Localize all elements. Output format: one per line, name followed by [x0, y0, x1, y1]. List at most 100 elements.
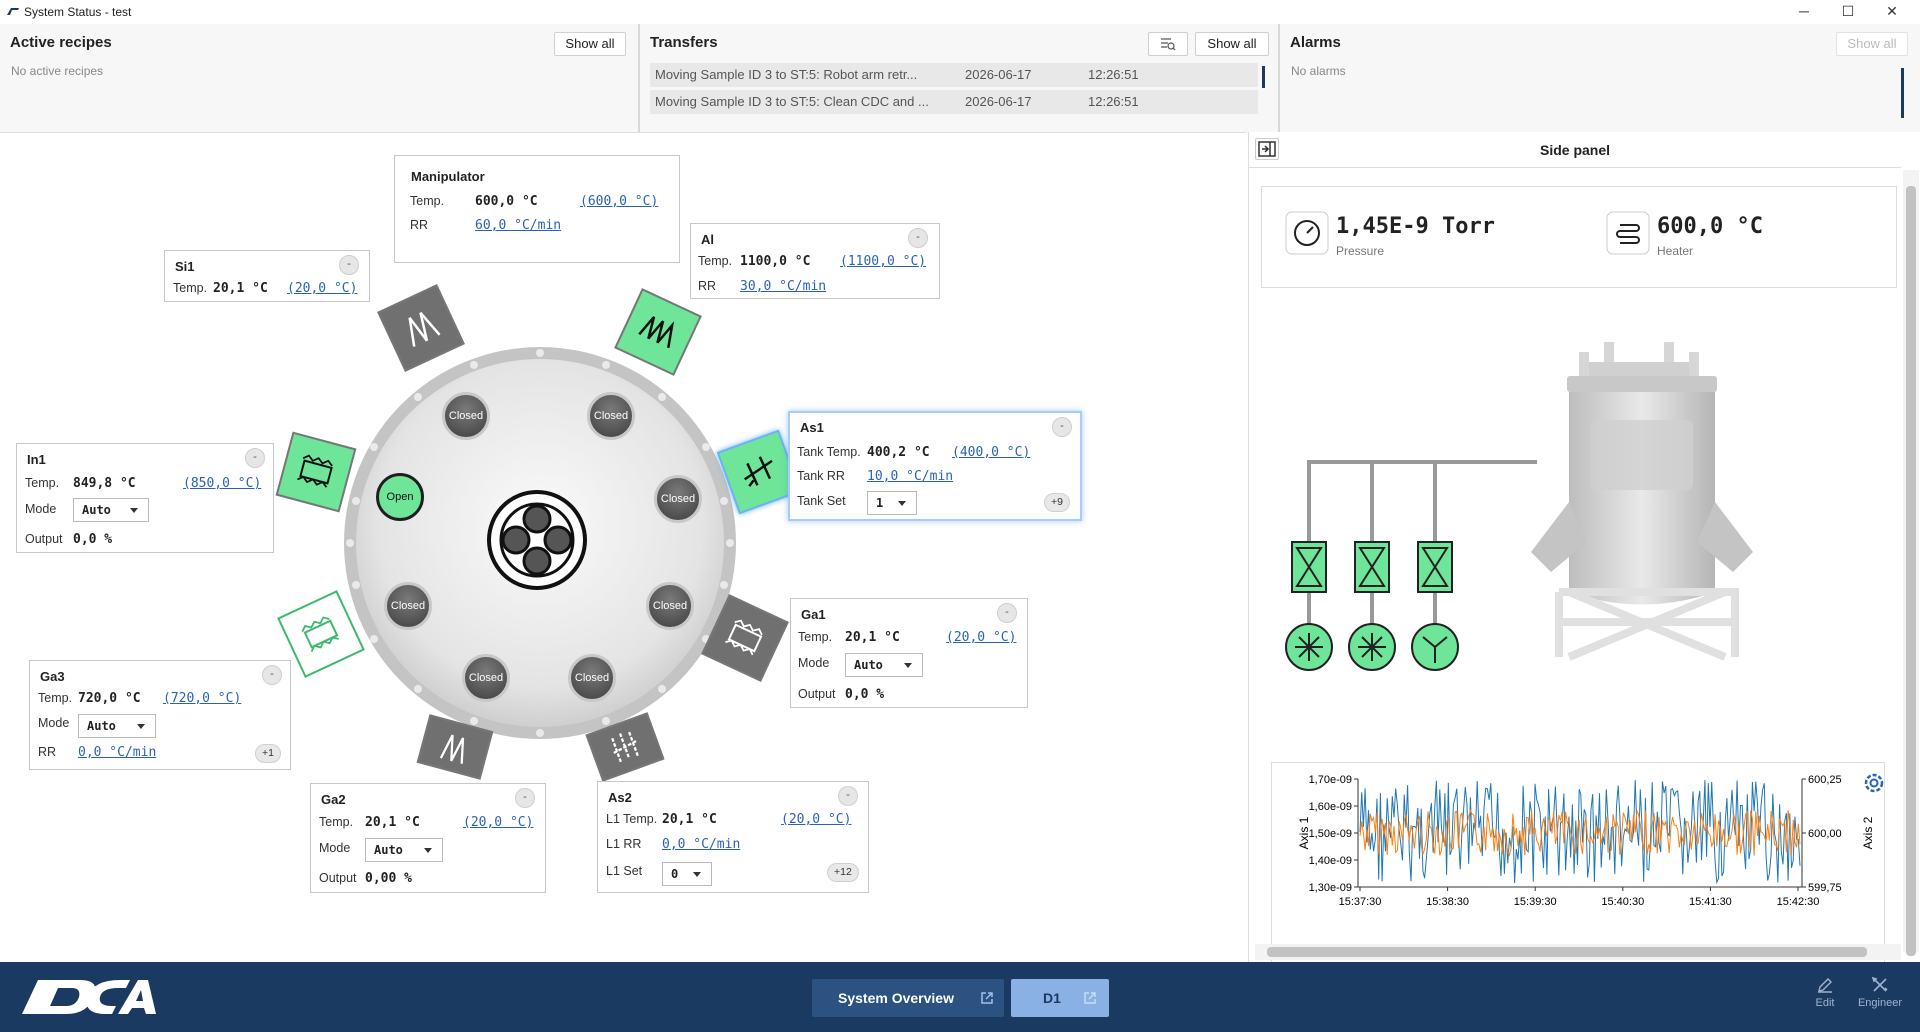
alarms-scrollbar[interactable]	[1901, 68, 1904, 118]
mode-select[interactable]: Auto	[365, 838, 443, 862]
shutter-port[interactable]: Closed	[384, 582, 432, 630]
set-label: L1 Set	[606, 864, 643, 878]
d1-label: D1	[1043, 990, 1061, 1006]
y2-axis-title: Axis 2	[1861, 816, 1875, 849]
transfers-show-all-button[interactable]: Show all	[1195, 32, 1269, 56]
mode-label: Mode	[25, 502, 57, 516]
collapse-button[interactable]: -	[245, 448, 265, 468]
transfer-row[interactable]: Moving Sample ID 3 to ST:5: Robot arm re…	[650, 63, 1258, 87]
shutter-port[interactable]: Closed	[568, 654, 616, 702]
edit-button[interactable]: Edit	[1804, 976, 1846, 1020]
set-label: Tank Set	[797, 494, 846, 508]
maximize-button[interactable]: ☐	[1826, 0, 1870, 24]
mode-label: Mode	[38, 716, 70, 730]
collapse-button[interactable]: -	[262, 665, 282, 685]
recipes-title: Active recipes	[10, 34, 112, 51]
rr-setpoint-link[interactable]: 10,0 °C/min	[867, 469, 953, 484]
temp-value: 600,0 °C	[475, 194, 538, 209]
source-name: As1	[800, 420, 824, 435]
as1-card[interactable]: As1 - Tank Temp. 400,2 °C (400,0 °C) Tan…	[788, 411, 1082, 521]
mode-select[interactable]: Auto	[73, 498, 149, 522]
temp-setpoint-link[interactable]: (20,0 °C)	[287, 281, 357, 296]
heater-coil-icon	[301, 616, 339, 653]
x-tick-label: 15:39:30	[1514, 896, 1557, 908]
x-tick-label: 15:41:30	[1689, 896, 1732, 908]
l1-set-select[interactable]: 0	[662, 862, 712, 886]
temp-setpoint-link[interactable]: (1100,0 °C)	[840, 254, 926, 269]
rr-setpoint-link[interactable]: 0,0 °C/min	[78, 745, 156, 760]
system-overview-label: System Overview	[838, 990, 954, 1006]
trend-chart[interactable]: 1,70e-09 1,60e-09 1,50e-09 1,40e-09 1,30e-09…	[1271, 762, 1885, 962]
temp-setpoint-link[interactable]: (400,0 °C)	[952, 445, 1030, 460]
y-tick-label: 1,60e-09	[1309, 801, 1352, 813]
output-label: Output	[798, 687, 836, 701]
valved-cracker-icon	[611, 731, 639, 763]
manipulator-card[interactable]: Manipulator Temp. 600,0 °C (600,0 °C) RR…	[394, 155, 680, 263]
shutter-port-open[interactable]: Open	[376, 473, 424, 521]
temp-setpoint-link[interactable]: (850,0 °C)	[183, 476, 261, 491]
temp-label: Temp.	[319, 815, 354, 829]
temp-setpoint-link[interactable]: (20,0 °C)	[463, 815, 533, 830]
in1-card[interactable]: In1 - Temp. 849,8 °C (850,0 °C) Mode Aut…	[16, 443, 274, 553]
output-value: 0,00 %	[365, 871, 412, 886]
ga1-card[interactable]: Ga1 - Temp. 20,1 °C (20,0 °C) Mode Auto …	[790, 598, 1028, 708]
more-params-button[interactable]: +12	[827, 863, 859, 882]
temp-setpoint-link[interactable]: (20,0 °C)	[946, 630, 1016, 645]
temp-value: 1100,0 °C	[740, 254, 811, 269]
as2-card[interactable]: As2 - L1 Temp. 20,1 °C (20,0 °C) L1 RR 0…	[597, 781, 869, 893]
mode-select[interactable]: Auto	[78, 714, 156, 738]
ga2-card[interactable]: Ga2 - Temp. 20,1 °C (20,0 °C) Mode Auto …	[310, 783, 546, 893]
heater-coil-icon	[439, 734, 465, 764]
si1-card[interactable]: Si1 - Temp. 20,1 °C (20,0 °C)	[164, 250, 370, 302]
shutter-port[interactable]: Closed	[442, 392, 490, 440]
shutter-port[interactable]: Closed	[587, 392, 635, 440]
collapse-button[interactable]: -	[997, 603, 1017, 623]
source-name: Si1	[175, 259, 195, 274]
y-axis-title: Axis 1	[1297, 816, 1311, 849]
temp-setpoint-link[interactable]: (20,0 °C)	[781, 812, 851, 827]
close-button[interactable]: ✕	[1870, 0, 1914, 24]
collapse-button[interactable]: -	[838, 786, 858, 806]
alarms-show-all-button[interactable]: Show all	[1836, 32, 1908, 56]
temp-setpoint-link[interactable]: (600,0 °C)	[580, 194, 658, 209]
shutter-port[interactable]: Closed	[462, 654, 510, 702]
collapse-button[interactable]: -	[339, 255, 359, 275]
side-panel-title: Side panel	[1539, 142, 1611, 158]
horizontal-scrollbar[interactable]	[1255, 944, 1901, 960]
collapse-button[interactable]: -	[908, 228, 928, 248]
settings-gear-icon[interactable]	[1861, 770, 1887, 796]
temp-label: Temp.	[38, 691, 73, 705]
vertical-scrollbar[interactable]	[1903, 170, 1919, 956]
temp-value: 849,8 °C	[73, 476, 136, 491]
vertical-scrollbar-thumb[interactable]	[1906, 186, 1916, 956]
transfers-scrollbar[interactable]	[1262, 66, 1265, 88]
pressure-label: Pressure	[1336, 244, 1385, 258]
active-recipes-panel: Active recipes Show all No active recipe…	[0, 24, 638, 132]
shutter-port[interactable]: Closed	[654, 475, 702, 523]
temp-setpoint-link[interactable]: (720,0 °C)	[163, 691, 241, 706]
rr-setpoint-link[interactable]: 30,0 °C/min	[740, 279, 826, 294]
engineer-button[interactable]: Engineer	[1852, 976, 1908, 1020]
system-overview-button[interactable]: System Overview	[812, 979, 1004, 1017]
rr-setpoint-link[interactable]: 0,0 °C/min	[662, 837, 740, 852]
tank-set-select[interactable]: 1	[867, 491, 917, 515]
more-params-button[interactable]: +9	[1044, 493, 1070, 512]
temp-value: 400,2 °C	[867, 445, 930, 460]
horizontal-scrollbar-thumb[interactable]	[1267, 947, 1867, 957]
collapse-button[interactable]: -	[1052, 417, 1072, 437]
rr-setpoint-link[interactable]: 60,0 °C/min	[475, 218, 561, 233]
trend-chart-svg: 1,70e-09 1,60e-09 1,50e-09 1,40e-09 1,30e-09…	[1297, 774, 1875, 908]
source-name: Al	[701, 232, 714, 247]
transfers-filter-button[interactable]	[1148, 32, 1188, 56]
recipes-show-all-button[interactable]: Show all	[554, 32, 626, 56]
collapse-button[interactable]: -	[515, 788, 535, 808]
d1-button[interactable]: D1	[1011, 979, 1109, 1017]
more-params-button[interactable]: +1	[255, 744, 281, 763]
al-card[interactable]: Al - Temp. 1100,0 °C (1100,0 °C) RR 30,0…	[690, 223, 940, 299]
minimize-button[interactable]: ─	[1782, 0, 1826, 24]
shutter-port[interactable]: Closed	[646, 582, 694, 630]
ga3-card[interactable]: Ga3 - Temp. 720,0 °C (720,0 °C) Mode Aut…	[29, 660, 291, 770]
mode-select[interactable]: Auto	[845, 653, 923, 677]
temp-value: 20,1 °C	[662, 812, 717, 827]
transfer-row[interactable]: Moving Sample ID 3 to ST:5: Clean CDC an…	[650, 90, 1258, 114]
